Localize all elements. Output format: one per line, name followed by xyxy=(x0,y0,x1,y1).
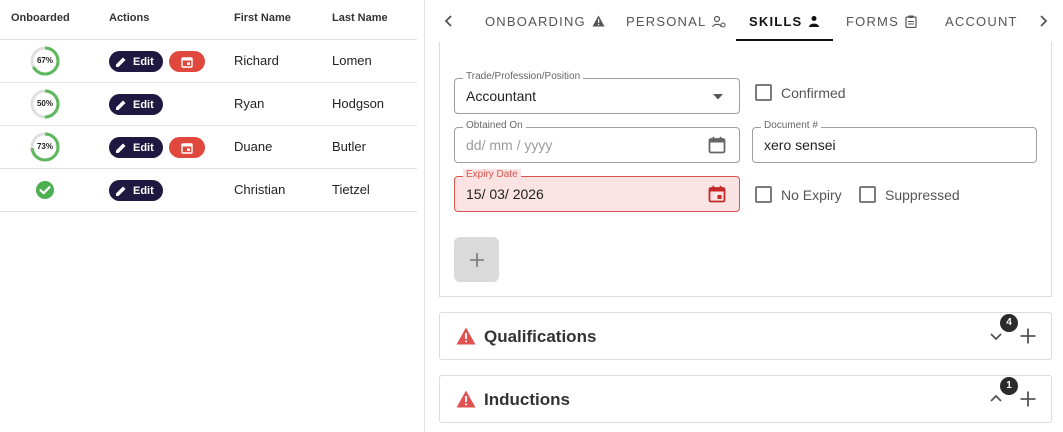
calendar-button[interactable] xyxy=(169,137,205,158)
no-expiry-label: No Expiry xyxy=(781,187,842,203)
tab-personal[interactable]: PERSONAL xyxy=(626,0,726,42)
tab-skills[interactable]: SKILLS xyxy=(749,0,820,42)
expiry-date-field[interactable]: Expiry Date 15/ 03/ 2026 xyxy=(454,169,740,212)
edit-button[interactable]: Edit xyxy=(109,51,163,72)
obtained-on-field[interactable]: Obtained On dd/ mm / yyyy xyxy=(454,120,740,163)
tab-skills-label: SKILLS xyxy=(749,13,803,29)
tab-account[interactable]: ACCOUNT xyxy=(945,0,1018,42)
plus-icon xyxy=(469,252,484,267)
header-first-name[interactable]: First Name xyxy=(234,12,291,24)
header-last-name[interactable]: Last Name xyxy=(332,12,388,24)
table-row[interactable]: Edit Christian Tietzel xyxy=(0,169,417,212)
header-actions: Actions xyxy=(109,12,150,24)
tab-onboarding[interactable]: ONBOARDING xyxy=(485,0,605,42)
table-row[interactable]: 50% Edit Ryan Hodgson xyxy=(0,83,417,126)
obtained-on-placeholder: dd/ mm / yyyy xyxy=(466,137,553,153)
no-expiry-checkbox[interactable] xyxy=(755,186,772,203)
tab-forms-label: FORMS xyxy=(846,13,899,29)
calendar-icon xyxy=(181,142,193,154)
edit-button-label: Edit xyxy=(133,184,154,197)
tab-scroll-right[interactable] xyxy=(1031,10,1055,32)
qualifications-panel[interactable]: Qualifications 4 xyxy=(439,312,1052,360)
confirmed-label: Confirmed xyxy=(781,85,846,101)
add-skill-button[interactable] xyxy=(454,237,499,282)
plus-icon[interactable] xyxy=(1019,390,1037,408)
edit-button-label: Edit xyxy=(133,141,154,154)
chevron-up-icon[interactable] xyxy=(988,391,1004,407)
edit-button[interactable]: Edit xyxy=(109,94,163,115)
inductions-count-badge: 1 xyxy=(1000,377,1018,395)
warning-icon xyxy=(592,15,605,27)
first-name-cell: Duane xyxy=(234,139,273,154)
last-name-cell: Hodgson xyxy=(332,96,385,111)
confirmed-checkbox[interactable] xyxy=(755,84,772,101)
person-settings-icon xyxy=(712,15,726,28)
progress-label: 67% xyxy=(36,56,53,65)
last-name-cell: Tietzel xyxy=(332,182,370,197)
staff-table: Onboarded Actions First Name Last Name 6… xyxy=(0,0,417,432)
active-tab-indicator xyxy=(736,39,833,41)
pencil-icon xyxy=(116,100,126,110)
edit-button[interactable]: Edit xyxy=(109,180,163,201)
plus-icon[interactable] xyxy=(1019,327,1037,345)
table-row[interactable]: 73% Edit Duane Butler xyxy=(0,126,417,169)
expiry-date-label: Expiry Date xyxy=(463,169,521,180)
clipboard-icon xyxy=(905,15,917,28)
trade-label: Trade/Profession/Position xyxy=(463,71,584,82)
pencil-icon xyxy=(116,143,126,153)
tab-onboarding-label: ONBOARDING xyxy=(485,13,586,29)
first-name-cell: Ryan xyxy=(234,96,265,111)
calendar-icon xyxy=(708,136,726,154)
pencil-icon xyxy=(116,186,126,196)
dropdown-arrow-icon xyxy=(713,94,723,100)
tab-bar: ONBOARDING PERSONAL SKILLS FORMS ACCOUNT xyxy=(425,0,1063,42)
chevron-right-icon xyxy=(1040,15,1048,27)
calendar-icon xyxy=(181,56,193,68)
edit-button-label: Edit xyxy=(133,98,154,111)
first-name-cell: Richard xyxy=(234,53,279,68)
qualifications-count-badge: 4 xyxy=(1000,314,1018,332)
check-circle-icon xyxy=(36,181,54,199)
inductions-title: Inductions xyxy=(484,390,570,409)
tab-account-label: ACCOUNT xyxy=(945,13,1018,29)
inductions-panel[interactable]: Inductions 1 xyxy=(439,375,1052,423)
table-header: Onboarded Actions First Name Last Name xyxy=(0,0,417,40)
calendar-button[interactable] xyxy=(169,51,205,72)
warning-icon xyxy=(456,390,476,408)
chevron-down-icon[interactable] xyxy=(988,328,1004,344)
obtained-on-label: Obtained On xyxy=(463,120,526,131)
qualifications-title: Qualifications xyxy=(484,327,597,346)
trade-value: Accountant xyxy=(466,88,537,104)
header-onboarded[interactable]: Onboarded xyxy=(11,12,70,24)
pencil-icon xyxy=(116,57,126,67)
progress-label: 73% xyxy=(36,142,53,151)
tab-forms[interactable]: FORMS xyxy=(846,0,917,42)
person-icon xyxy=(809,16,820,27)
suppressed-label: Suppressed xyxy=(885,187,960,203)
edit-button[interactable]: Edit xyxy=(109,137,163,158)
document-number-label: Document # xyxy=(761,120,821,131)
document-number-value: xero sensei xyxy=(764,137,836,153)
warning-icon xyxy=(456,327,476,345)
trade-select[interactable]: Trade/Profession/Position Accountant xyxy=(454,71,740,114)
progress-label: 50% xyxy=(36,99,53,108)
expiry-date-value: 15/ 03/ 2026 xyxy=(466,186,544,202)
tab-scroll-left[interactable] xyxy=(437,10,461,32)
calendar-icon xyxy=(708,185,726,203)
tab-personal-label: PERSONAL xyxy=(626,13,707,29)
edit-button-label: Edit xyxy=(133,55,154,68)
chevron-left-icon xyxy=(444,15,452,27)
last-name-cell: Butler xyxy=(332,139,366,154)
table-row[interactable]: 67% Edit Richard Lomen xyxy=(0,40,417,83)
last-name-cell: Lomen xyxy=(332,53,372,68)
document-number-field[interactable]: Document # xero sensei xyxy=(752,120,1037,163)
first-name-cell: Christian xyxy=(234,182,286,197)
suppressed-checkbox[interactable] xyxy=(859,186,876,203)
